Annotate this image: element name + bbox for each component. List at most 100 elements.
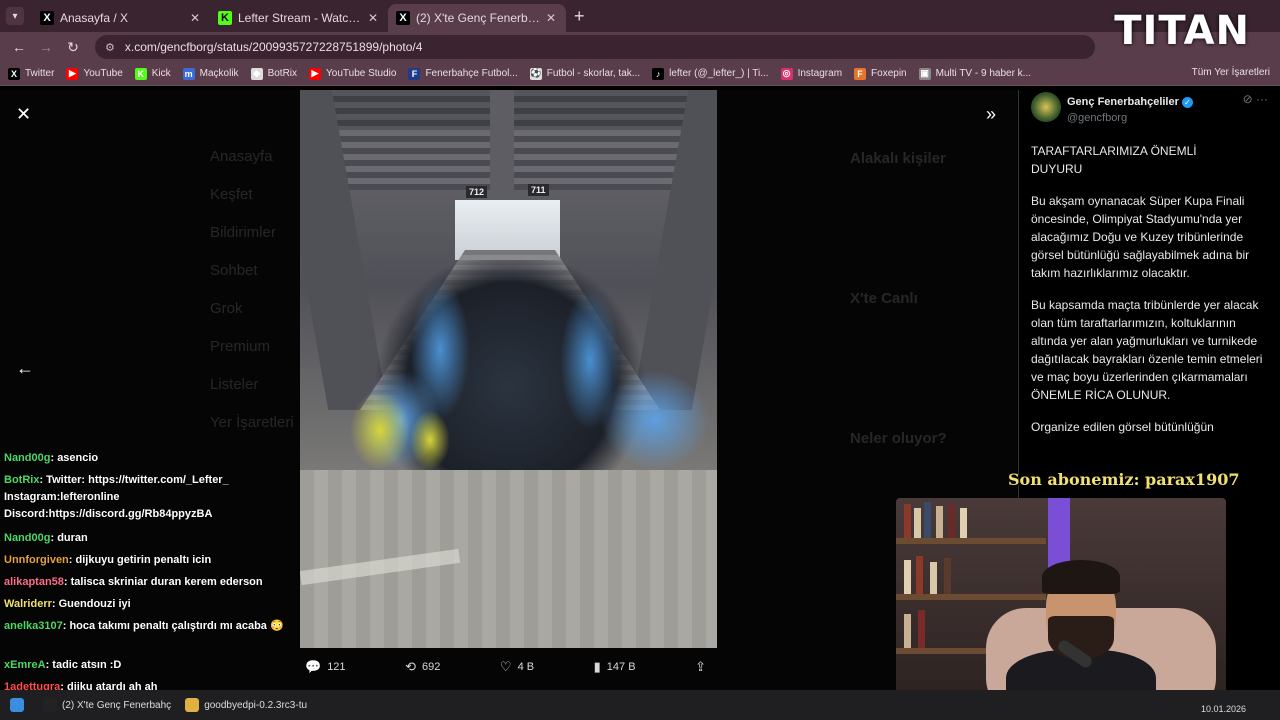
chat-text: : tadic atsın :D	[45, 659, 122, 671]
bookmark-item[interactable]: K Kick	[134, 67, 171, 80]
tab-post[interactable]: X (2) X'te Genç Fenerbahçeliler: "T ✕	[388, 4, 566, 32]
views-button[interactable]: ▮ 147 B	[594, 659, 636, 675]
bookmark-icon: F	[408, 67, 421, 80]
reply-icon: 💬	[305, 659, 322, 674]
bookmark-label: lefter (@_lefter_) | Ti...	[669, 68, 769, 79]
author-name[interactable]: Genç Fenerbahçeliler	[1067, 96, 1179, 108]
tab-title: Anasayfa / X	[60, 11, 129, 25]
tab-home[interactable]: X Anasayfa / X ✕	[32, 4, 210, 32]
bookmark-label: Maçkolik	[199, 68, 239, 79]
chat-username[interactable]: Unnforgiven	[4, 554, 69, 566]
bookmark-item[interactable]: ▣ Multi TV - 9 haber k...	[918, 67, 1031, 80]
bookmark-icon: m	[182, 67, 195, 80]
bookmark-label: YouTube Studio	[326, 68, 397, 79]
subscriber-banner: Son abonemiz: parax1907	[1008, 470, 1240, 489]
address-bar[interactable]: ⚙ x.com/gencfborg/status/200993572722875…	[95, 35, 1095, 59]
background-nav-item: Premium	[210, 338, 271, 355]
bookmark-item[interactable]: ◎ Instagram	[780, 67, 843, 80]
chat-text: : hoca takımı penaltı çalıştırdı mı acab…	[62, 620, 284, 632]
previous-arrow-icon[interactable]: ←	[16, 358, 34, 379]
bookmark-item[interactable]: ▶ YouTube	[66, 67, 123, 80]
reply-button[interactable]: 💬 121	[305, 659, 346, 675]
site-info-icon[interactable]: ⚙	[105, 41, 115, 54]
retweet-count: 692	[422, 661, 441, 673]
bookmark-label: BotRix	[267, 68, 298, 79]
chat-message: BotRix: Twitter: https://twitter.com/_Le…	[4, 472, 294, 523]
bookmark-label: Fenerbahçe Futbol...	[425, 68, 518, 79]
bookmark-item[interactable]: m Maçkolik	[182, 67, 239, 80]
chat-username[interactable]: xEmreA	[4, 659, 46, 671]
kick-icon: K	[218, 11, 232, 25]
chat-message: Walriderr: Guendouzi iyi	[4, 596, 294, 613]
share-button[interactable]: ⇪	[695, 659, 712, 675]
like-button[interactable]: ♡ 4 B	[500, 659, 534, 675]
bookmark-label: Instagram	[797, 68, 843, 79]
close-tab-icon[interactable]: ✕	[544, 11, 558, 25]
chat-username[interactable]: anelka3107	[4, 620, 63, 632]
bookmark-icon: ◎	[780, 67, 793, 80]
grok-icon[interactable]: ⊘	[1243, 92, 1253, 106]
start-button[interactable]	[10, 698, 29, 712]
background-side-heading: Alakalı kişiler	[850, 150, 946, 167]
tab-search-icon[interactable]: ▾	[6, 7, 24, 25]
background-nav-item: Grok	[210, 300, 243, 317]
bookmark-label: Futbol - skorlar, tak...	[546, 68, 641, 79]
retweet-button[interactable]: ⟲ 692	[405, 659, 440, 675]
bookmark-icon: ⚽	[529, 67, 542, 80]
chat-username[interactable]: Nand00g	[4, 532, 50, 544]
gate-label: 712	[466, 186, 488, 198]
bookmark-icon: ▶	[309, 67, 322, 80]
forward-icon[interactable]: →	[35, 39, 57, 55]
close-tab-icon[interactable]: ✕	[188, 11, 202, 25]
bookmark-item[interactable]: X Twitter	[8, 67, 54, 80]
webcam-overlay	[896, 498, 1226, 708]
post-paragraph: Bu akşam oynanacak Süper Kupa Finali önc…	[1031, 194, 1250, 280]
chat-username[interactable]: Walriderr	[4, 598, 52, 610]
reload-icon[interactable]: ↻	[62, 39, 84, 56]
taskbar-item[interactable]: goodbyedpi-0.2.3rc3-tu	[185, 698, 307, 712]
bookmark-label: YouTube	[83, 68, 123, 79]
verified-icon: ✓	[1181, 97, 1193, 108]
chat-username[interactable]: alikaptan58	[4, 576, 64, 588]
share-icon: ⇪	[695, 659, 706, 674]
x-icon: X	[40, 11, 54, 25]
bookmark-item[interactable]: ◆ BotRix	[250, 67, 298, 80]
chat-username[interactable]: BotRix	[4, 474, 39, 486]
background-side-heading: X'te Canlı	[850, 290, 918, 307]
taskbar-item[interactable]: (2) X'te Genç Fenerbahç	[43, 698, 171, 712]
tab-bar: ▾ X Anasayfa / X ✕ K Lefter Stream - Wat…	[0, 0, 1280, 32]
bookmark-label: Kick	[151, 68, 171, 79]
close-tab-icon[interactable]: ✕	[366, 11, 380, 25]
bookmark-item[interactable]: ♪ lefter (@_lefter_) | Ti...	[652, 67, 769, 80]
chat-message: Nand00g: asencio	[4, 450, 294, 467]
close-icon[interactable]: ✕	[16, 104, 31, 125]
all-bookmarks-button[interactable]: Tüm Yer İşaretleri	[1192, 67, 1270, 78]
bookmark-item[interactable]: ▶ YouTube Studio	[309, 67, 397, 80]
author-handle[interactable]: @gencfborg	[1067, 112, 1193, 124]
folder-icon	[185, 698, 200, 712]
chat-text: : dijkuyu getirin penaltı icin	[68, 554, 212, 566]
taskbar-label: goodbyedpi-0.2.3rc3-tu	[204, 699, 308, 711]
chat-username[interactable]: Nand00g	[4, 452, 50, 464]
new-tab-icon[interactable]: +	[574, 6, 585, 27]
reply-count: 121	[327, 661, 346, 673]
bookmark-icon: ♪	[652, 67, 665, 80]
tab-title: (2) X'te Genç Fenerbahçeliler: "T	[416, 11, 544, 25]
stream-chat: Nand00g: asencio BotRix: Twitter: https:/…	[0, 428, 300, 720]
chat-text: : duran	[50, 532, 88, 544]
windows-icon	[10, 698, 24, 712]
tab-title: Lefter Stream - Watch Live on K	[238, 11, 366, 25]
collapse-panel-icon[interactable]: »	[986, 104, 996, 125]
bookmark-item[interactable]: ⚽ Futbol - skorlar, tak...	[529, 67, 641, 80]
avatar[interactable]	[1031, 92, 1061, 122]
back-icon[interactable]: ←	[8, 39, 30, 55]
screen: ▾ X Anasayfa / X ✕ K Lefter Stream - Wat…	[0, 0, 1280, 720]
bookmark-item[interactable]: F Fenerbahçe Futbol...	[408, 67, 518, 80]
chat-message: xEmreA: tadic atsın :D	[4, 657, 294, 674]
more-icon[interactable]: ···	[1256, 92, 1268, 106]
background-side-heading: Neler oluyor?	[850, 430, 947, 447]
chat-message: Nand00g: duran	[4, 530, 294, 547]
background-nav-item: Listeler	[210, 376, 259, 393]
tab-kick[interactable]: K Lefter Stream - Watch Live on K ✕	[210, 4, 388, 32]
bookmark-item[interactable]: F Foxepin	[854, 67, 907, 80]
